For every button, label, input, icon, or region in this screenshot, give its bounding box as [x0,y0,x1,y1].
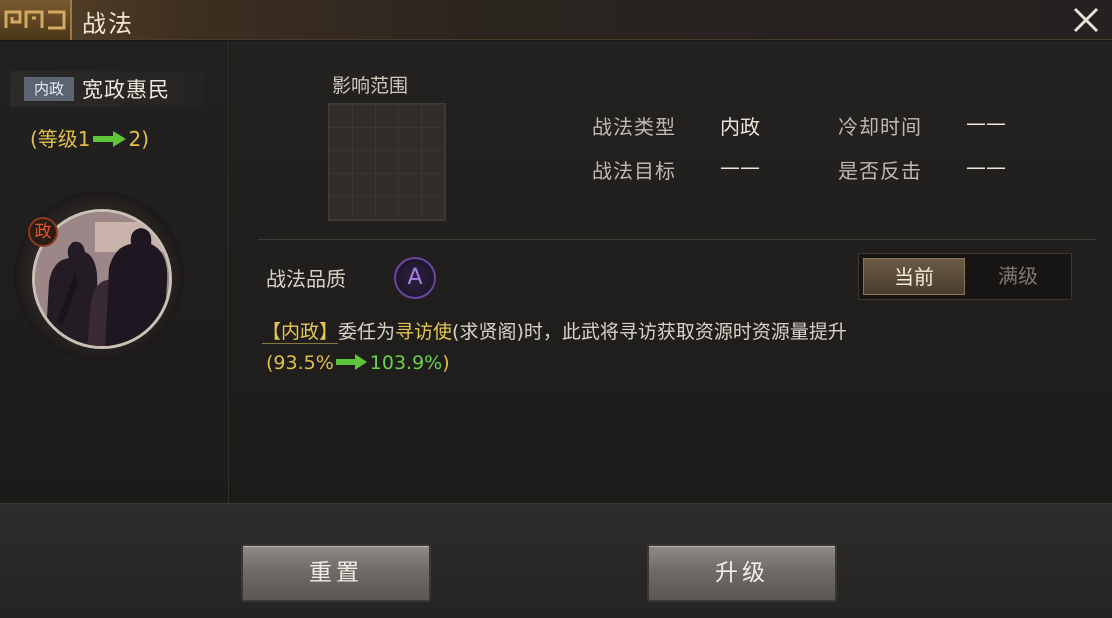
level-suffix: 2) [128,127,150,151]
target-value: —— [720,155,760,179]
skill-summary-panel: 内政 宽政惠民 (等级1 2) 政 [0,41,229,503]
window-title: 战法 [82,10,134,38]
type-value: 内政 [720,115,760,139]
skill-description: 【内政】委任为寻访使(求贤阁)时，此武将寻访获取资源时资源量提升 [262,316,1092,348]
effect-values: (93.5% 103.9%) [266,347,450,380]
range-label: 影响范围 [332,75,409,97]
cooldown-value: —— [966,111,1006,135]
tab-current[interactable]: 当前 [863,258,965,295]
close-icon[interactable] [1070,4,1102,36]
target-label: 战法目标 [592,159,676,183]
arrow-right-icon [92,129,127,153]
title-emblem-icon [0,0,72,40]
description-highlight: 寻访使 [395,321,453,343]
description-tag: 【内政】 [262,321,339,344]
counter-label: 是否反击 [838,159,922,183]
section-divider [258,239,1096,240]
level-prefix: (等级1 [30,127,91,151]
skill-name-box: 内政 宽政惠民 [10,71,204,107]
cooldown-label: 冷却时间 [838,115,922,139]
description-text-after: (求贤阁)时，此武将寻访获取资源时资源量提升 [452,321,847,343]
description-text-before: 委任为 [338,321,396,343]
skill-details-panel: 影响范围 战法类型 内政 冷却时间 —— 战法目标 —— 是否反击 —— 战法品… [230,41,1112,503]
title-bar: 战法 [0,0,1112,40]
range-grid [328,103,446,221]
action-bar: 重置 升级 [0,503,1112,618]
reset-button[interactable]: 重置 [241,544,431,602]
skill-portrait-frame: 政 [14,191,184,361]
counter-value: —— [966,155,1006,179]
type-label: 战法类型 [592,115,676,139]
effect-value-new: 103.9% [369,352,443,374]
quality-label: 战法品质 [266,267,346,291]
effect-value-close: ) [442,352,450,374]
politics-badge-icon: 政 [28,217,58,247]
quality-badge: A [394,257,436,299]
level-indicator: (等级1 2) [30,123,149,153]
level-toggle: 当前 满级 [858,253,1072,300]
skill-name: 宽政惠民 [82,78,170,102]
effect-value-current: (93.5% [266,352,334,374]
arrow-right-icon [335,348,368,380]
upgrade-button[interactable]: 升级 [647,544,837,602]
tab-max-level[interactable]: 满级 [967,258,1069,295]
category-tag: 内政 [24,77,74,101]
